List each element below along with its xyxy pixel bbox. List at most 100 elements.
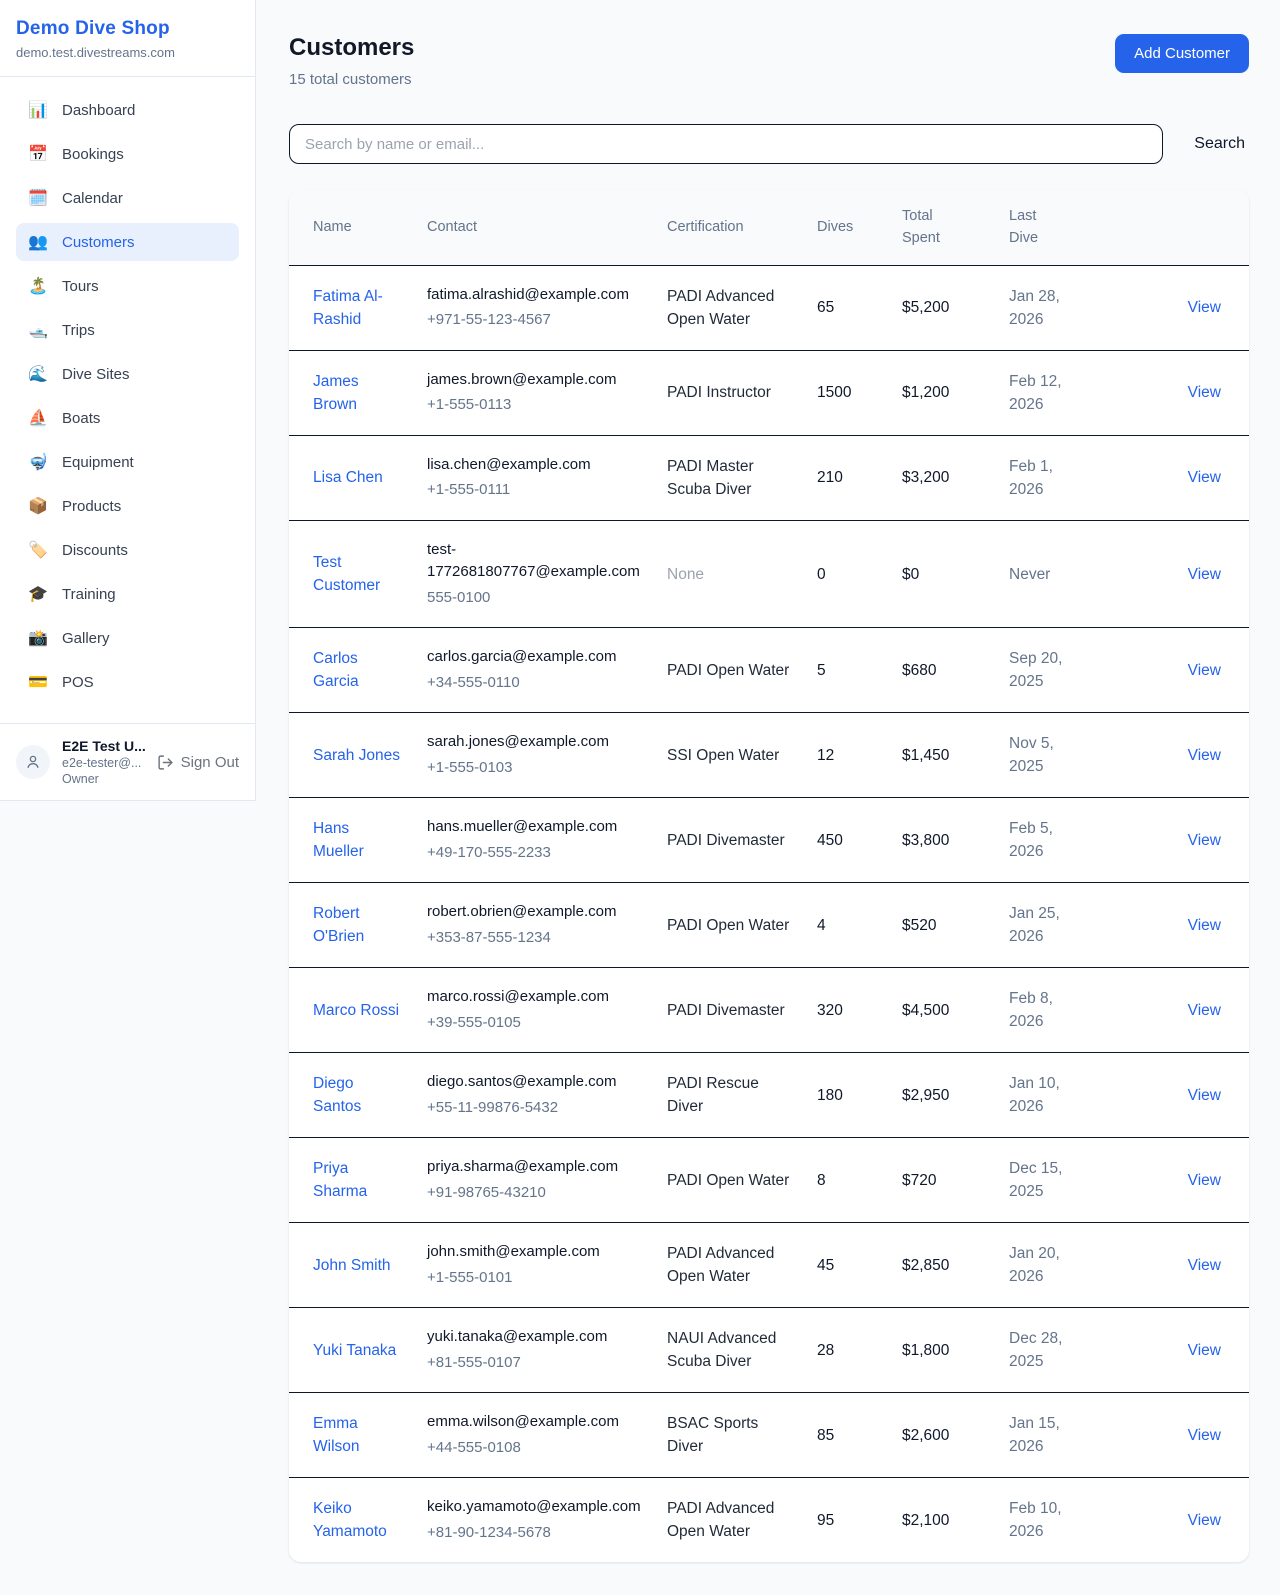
sidebar-item-boats[interactable]: ⛵ Boats bbox=[16, 399, 239, 437]
customer-name-link[interactable]: Emma Wilson bbox=[313, 1415, 360, 1455]
customer-name-link[interactable]: Fatima Al-Rashid bbox=[313, 288, 383, 328]
view-link[interactable]: View bbox=[1188, 1002, 1221, 1019]
column-header-actions bbox=[1103, 190, 1249, 265]
sidebar-item-gallery[interactable]: 📸 Gallery bbox=[16, 619, 239, 657]
customer-dives: 65 bbox=[805, 265, 890, 350]
search-input[interactable] bbox=[289, 124, 1163, 164]
customer-last-dive: Feb 5, 2026 bbox=[997, 798, 1103, 883]
customer-dives: 95 bbox=[805, 1478, 890, 1563]
view-link[interactable]: View bbox=[1188, 1427, 1221, 1444]
sidebar-item-discounts[interactable]: 🏷️ Discounts bbox=[16, 531, 239, 569]
view-link[interactable]: View bbox=[1188, 747, 1221, 764]
customer-certification: NAUI Advanced Scuba Diver bbox=[655, 1308, 805, 1393]
view-link[interactable]: View bbox=[1188, 384, 1221, 401]
table-row: Fatima Al-Rashid fatima.alrashid@example… bbox=[289, 265, 1249, 350]
table-row: Test Customer test-1772681807767@example… bbox=[289, 520, 1249, 628]
user-info: E2E Test U... e2e-tester@... Owner bbox=[62, 738, 145, 786]
sidebar-item-pos[interactable]: 💳 POS bbox=[16, 663, 239, 701]
customer-total-spent: $4,500 bbox=[890, 968, 997, 1053]
customer-name-link[interactable]: Test Customer bbox=[313, 554, 380, 594]
customer-total-spent: $0 bbox=[890, 520, 997, 628]
customer-name-link[interactable]: Lisa Chen bbox=[313, 469, 383, 486]
view-link[interactable]: View bbox=[1188, 1257, 1221, 1274]
view-link[interactable]: View bbox=[1188, 1172, 1221, 1189]
sidebar-item-calendar[interactable]: 🗓️ Calendar bbox=[16, 179, 239, 217]
customer-phone: 555-0100 bbox=[427, 587, 643, 610]
table-row: Hans Mueller hans.mueller@example.com +4… bbox=[289, 798, 1249, 883]
customer-total-spent: $2,950 bbox=[890, 1053, 997, 1138]
customer-last-dive: Jan 20, 2026 bbox=[997, 1223, 1103, 1308]
table-row: Yuki Tanaka yuki.tanaka@example.com +81-… bbox=[289, 1308, 1249, 1393]
sidebar-item-tours[interactable]: 🏝️ Tours bbox=[16, 267, 239, 305]
customer-phone: +1-555-0103 bbox=[427, 757, 643, 780]
view-link[interactable]: View bbox=[1188, 1342, 1221, 1359]
trips-icon: 🛥️ bbox=[28, 320, 48, 340]
customer-phone: +1-555-0113 bbox=[427, 394, 643, 417]
add-customer-button[interactable]: Add Customer bbox=[1115, 34, 1249, 73]
table-row: Carlos Garcia carlos.garcia@example.com … bbox=[289, 628, 1249, 713]
column-header-dives: Dives bbox=[805, 190, 890, 265]
view-link[interactable]: View bbox=[1188, 832, 1221, 849]
sidebar-item-dashboard[interactable]: 📊 Dashboard bbox=[16, 91, 239, 129]
customer-email: marco.rossi@example.com bbox=[427, 986, 643, 1009]
view-link[interactable]: View bbox=[1188, 917, 1221, 934]
customer-email: robert.obrien@example.com bbox=[427, 901, 643, 924]
view-link[interactable]: View bbox=[1188, 1087, 1221, 1104]
customer-name-link[interactable]: Marco Rossi bbox=[313, 1002, 399, 1019]
customer-email: carlos.garcia@example.com bbox=[427, 646, 643, 669]
customer-certification: PADI Divemaster bbox=[655, 968, 805, 1053]
search-bar: Search bbox=[289, 124, 1249, 164]
customer-phone: +81-555-0107 bbox=[427, 1352, 643, 1375]
sign-out-button[interactable]: Sign Out bbox=[157, 754, 239, 771]
sidebar-item-customers[interactable]: 👥 Customers bbox=[16, 223, 239, 261]
customer-total-spent: $2,600 bbox=[890, 1393, 997, 1478]
calendar-icon: 🗓️ bbox=[28, 188, 48, 208]
view-link[interactable]: View bbox=[1188, 566, 1221, 583]
sidebar-item-equipment[interactable]: 🤿 Equipment bbox=[16, 443, 239, 481]
customer-name-link[interactable]: Robert O'Brien bbox=[313, 905, 364, 945]
sidebar-item-training[interactable]: 🎓 Training bbox=[16, 575, 239, 613]
customer-total-spent: $2,850 bbox=[890, 1223, 997, 1308]
customers-icon: 👥 bbox=[28, 232, 48, 252]
customer-email: diego.santos@example.com bbox=[427, 1071, 643, 1094]
customer-dives: 8 bbox=[805, 1138, 890, 1223]
view-link[interactable]: View bbox=[1188, 299, 1221, 316]
customer-certification: PADI Open Water bbox=[655, 883, 805, 968]
customer-certification: BSAC Sports Diver bbox=[655, 1393, 805, 1478]
shop-title: Demo Dive Shop bbox=[16, 18, 239, 40]
sign-out-label: Sign Out bbox=[181, 754, 239, 771]
customer-total-spent: $3,800 bbox=[890, 798, 997, 883]
sidebar-item-bookings[interactable]: 📅 Bookings bbox=[16, 135, 239, 173]
customer-total-spent: $1,200 bbox=[890, 350, 997, 435]
view-link[interactable]: View bbox=[1188, 469, 1221, 486]
customers-table: Name Contact Certification Dives Total S… bbox=[289, 190, 1249, 1562]
customer-name-link[interactable]: Priya Sharma bbox=[313, 1160, 367, 1200]
view-link[interactable]: View bbox=[1188, 1512, 1221, 1529]
table-row: Lisa Chen lisa.chen@example.com +1-555-0… bbox=[289, 435, 1249, 520]
customer-name-link[interactable]: Carlos Garcia bbox=[313, 650, 359, 690]
table-row: Sarah Jones sarah.jones@example.com +1-5… bbox=[289, 713, 1249, 798]
customer-total-spent: $680 bbox=[890, 628, 997, 713]
customer-dives: 0 bbox=[805, 520, 890, 628]
sidebar-item-trips[interactable]: 🛥️ Trips bbox=[16, 311, 239, 349]
search-button[interactable]: Search bbox=[1190, 127, 1249, 161]
customer-certification: PADI Open Water bbox=[655, 1138, 805, 1223]
customer-name-link[interactable]: John Smith bbox=[313, 1257, 391, 1274]
sidebar-item-dive-sites[interactable]: 🌊 Dive Sites bbox=[16, 355, 239, 393]
customer-name-link[interactable]: Hans Mueller bbox=[313, 820, 364, 860]
customer-name-link[interactable]: James Brown bbox=[313, 373, 359, 413]
customer-name-link[interactable]: Diego Santos bbox=[313, 1075, 361, 1115]
view-link[interactable]: View bbox=[1188, 662, 1221, 679]
table-row: Robert O'Brien robert.obrien@example.com… bbox=[289, 883, 1249, 968]
dashboard-icon: 📊 bbox=[28, 100, 48, 120]
sidebar-item-products[interactable]: 📦 Products bbox=[16, 487, 239, 525]
customer-phone: +39-555-0105 bbox=[427, 1012, 643, 1035]
bookings-icon: 📅 bbox=[28, 144, 48, 164]
customer-phone: +81-90-1234-5678 bbox=[427, 1522, 643, 1545]
column-header-name: Name bbox=[289, 190, 415, 265]
customer-total-spent: $720 bbox=[890, 1138, 997, 1223]
customer-name-link[interactable]: Sarah Jones bbox=[313, 747, 400, 764]
customer-name-link[interactable]: Yuki Tanaka bbox=[313, 1342, 396, 1359]
customer-name-link[interactable]: Keiko Yamamoto bbox=[313, 1500, 387, 1540]
pos-icon: 💳 bbox=[28, 672, 48, 692]
